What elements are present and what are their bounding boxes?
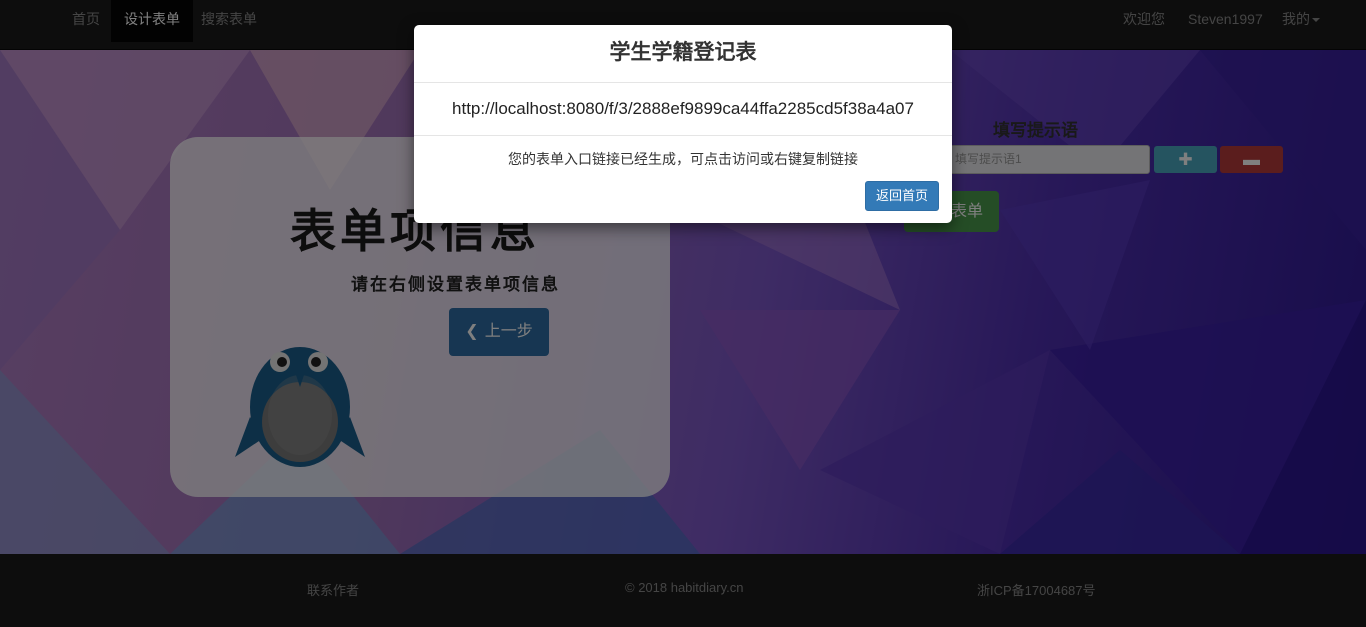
modal-message: 您的表单入口链接已经生成，可点击访问或右键复制链接 [508, 151, 858, 167]
form-entry-link[interactable]: http://localhost:8080/f/3/2888ef9899ca44… [414, 83, 952, 136]
form-link-modal: 学生学籍登记表 http://localhost:8080/f/3/2888ef… [414, 25, 952, 223]
return-home-button[interactable]: 返回首页 [865, 181, 939, 211]
modal-title: 学生学籍登记表 [414, 25, 952, 83]
